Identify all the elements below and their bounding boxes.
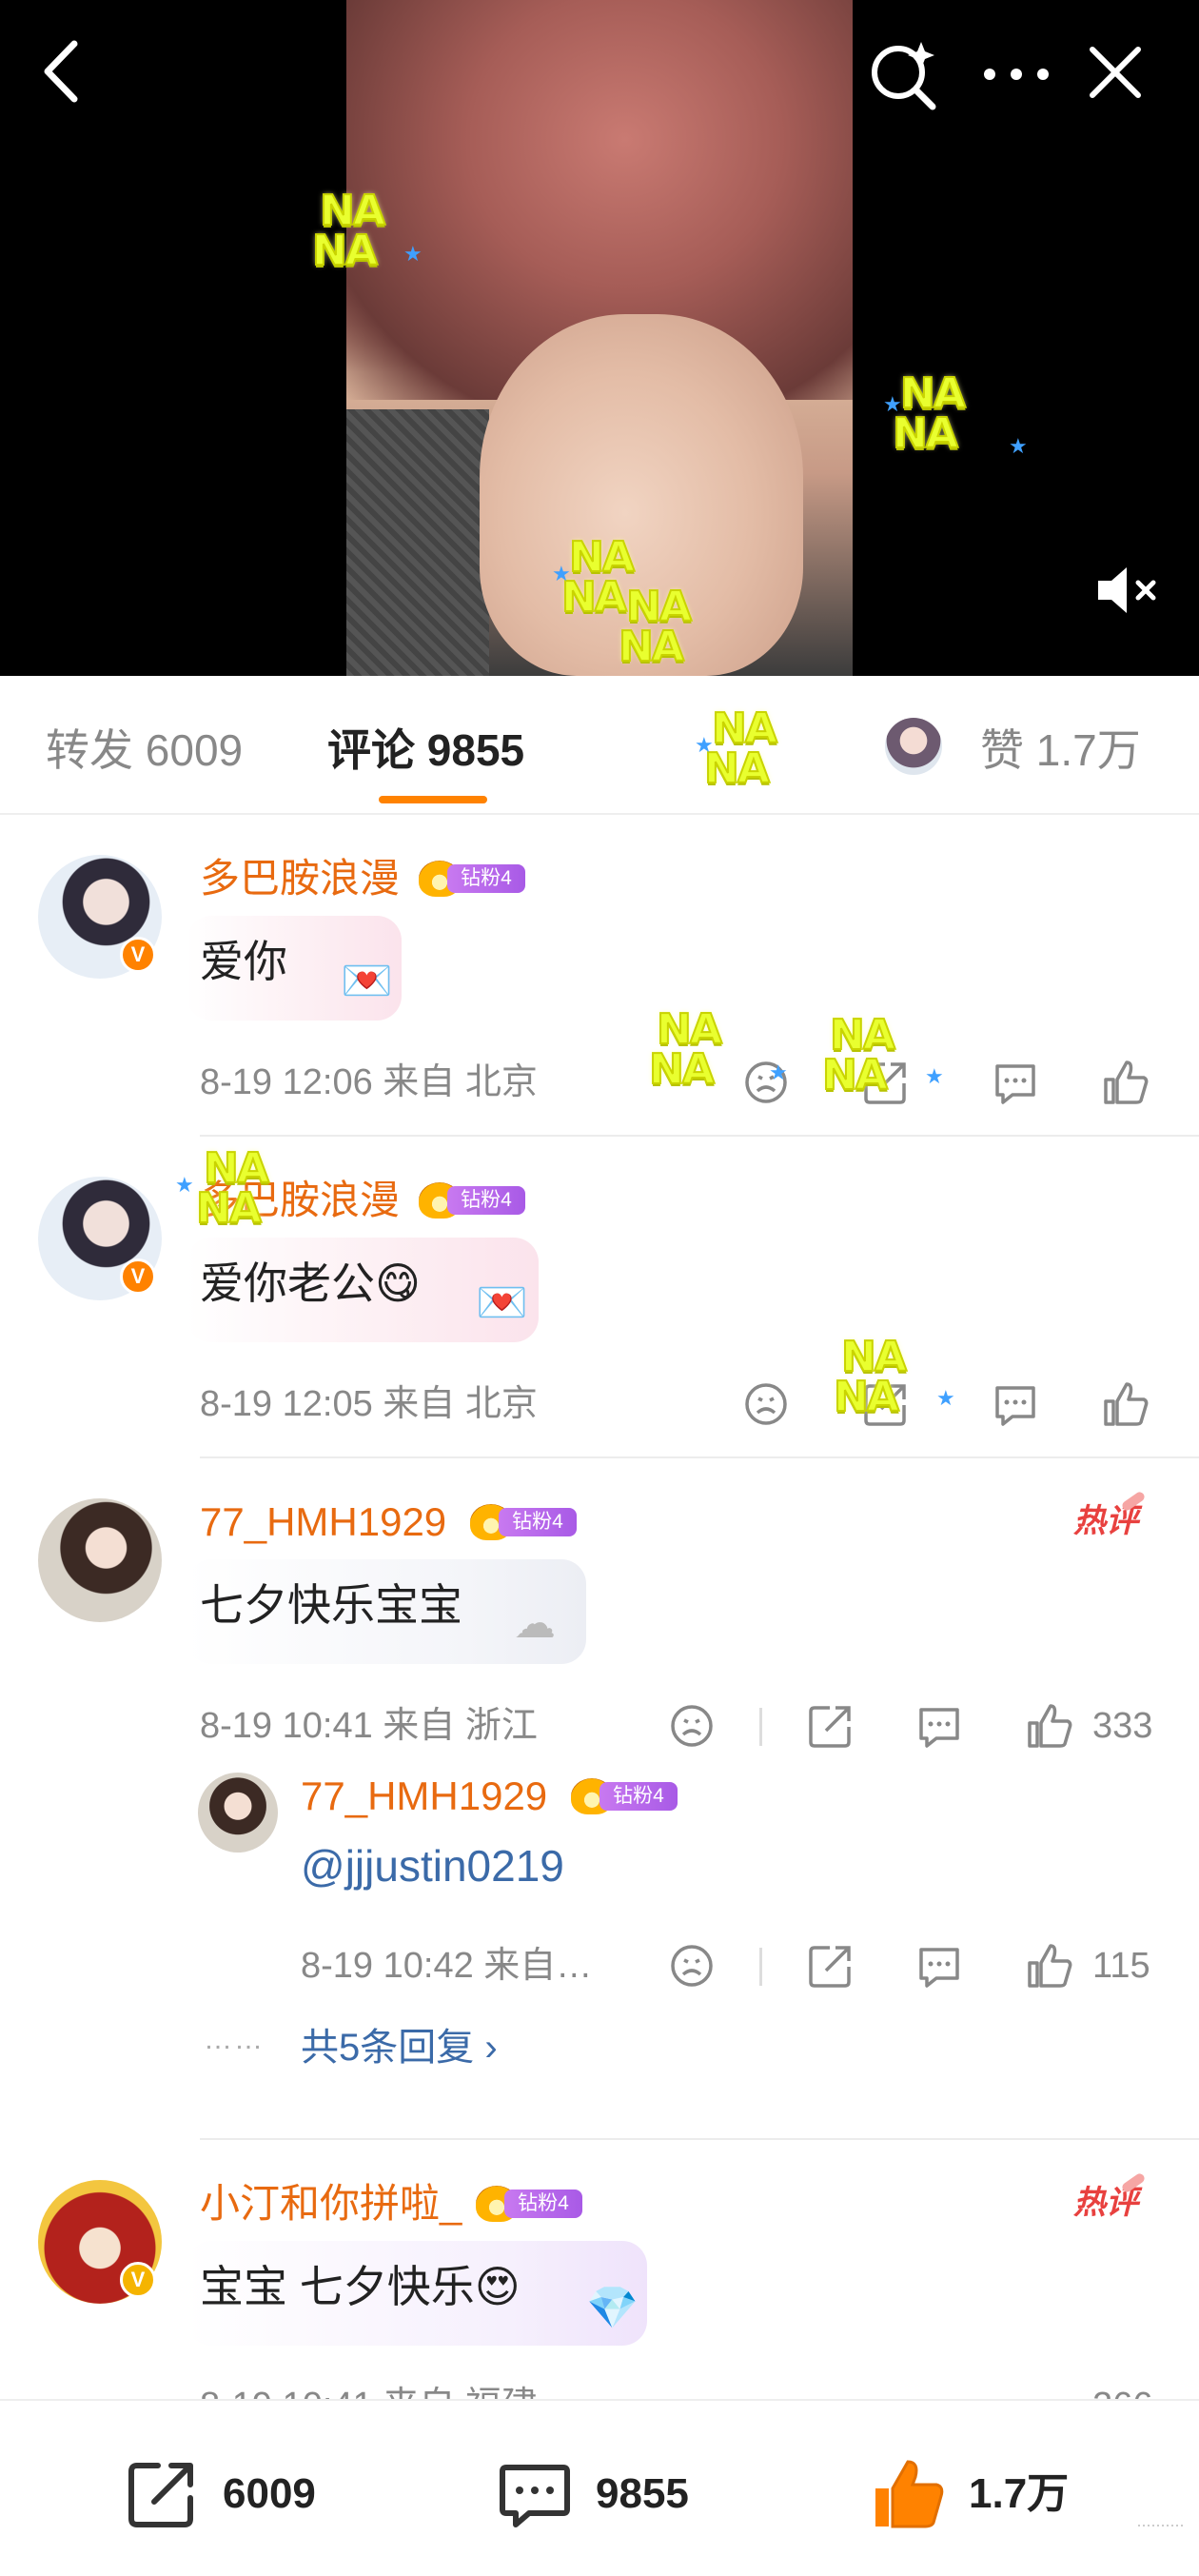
reply-icon[interactable] bbox=[915, 1942, 963, 1990]
fan-badge-label: 钻粉4 bbox=[504, 2190, 582, 2218]
diamond-icon: 💎 bbox=[586, 2285, 639, 2331]
dislike-icon[interactable] bbox=[668, 1942, 716, 1990]
fan-badge: 钻粉4 bbox=[419, 1182, 525, 1219]
active-tab-indicator bbox=[379, 796, 487, 803]
comment-icon bbox=[500, 2465, 570, 2527]
share-icon[interactable] bbox=[807, 1702, 855, 1750]
comment-item: V 多巴胺浪漫 钻粉4 💌 爱你 8-19 12:06 来自 北京 NA NA ★ … bbox=[0, 815, 1199, 1137]
cloud-icon: ☁ bbox=[514, 1600, 556, 1647]
comment-item: V 小汀和你拼啦_ 钻粉4 热评 💎 宝宝 七夕快乐😍 8-19 10:41 来… bbox=[0, 2140, 1199, 2399]
hot-comment-tag: 热评 bbox=[1073, 2185, 1138, 2221]
fan-badge: 钻粉4 bbox=[571, 1778, 678, 1814]
comment-count: 9855 bbox=[596, 2470, 689, 2517]
like-count: 266 bbox=[1092, 2382, 1152, 2399]
comment-meta: 8-19 10:41 来自 浙江 bbox=[200, 1706, 538, 1746]
action-separator bbox=[759, 1948, 762, 1986]
fan-badge-label: 钻粉4 bbox=[600, 1782, 678, 1811]
heart-envelope-icon: 💌 bbox=[341, 958, 393, 1004]
like-thumb-filled-icon bbox=[875, 2460, 944, 2528]
comment-text: 爱你老公😋 bbox=[200, 1258, 421, 1308]
like-thumb-icon[interactable] bbox=[1026, 1942, 1073, 1990]
na-na-sticker: NA NA ★ bbox=[648, 1005, 788, 1094]
liker-avatar bbox=[885, 718, 942, 775]
replies-leader: …… bbox=[204, 2024, 265, 2055]
fan-badge: 钻粉4 bbox=[470, 1504, 577, 1540]
reply-avatar[interactable] bbox=[198, 1773, 278, 1853]
fan-badge: 钻粉4 bbox=[419, 861, 525, 897]
na-na-sticker: NA NA ★ bbox=[175, 1144, 270, 1233]
comment-username[interactable]: 小汀和你拼啦_ bbox=[200, 2180, 462, 2228]
like-count: 333 bbox=[1092, 1706, 1153, 1746]
verified-badge-icon: V bbox=[120, 1258, 156, 1295]
comment-item: V 多巴胺浪漫 钻粉4 💌 爱你老公😋 8-19 12:05 来自 北京 NA N… bbox=[0, 1137, 1199, 1458]
view-more-replies-link[interactable]: 共5条回复 › bbox=[301, 2024, 498, 2071]
more-options-icon[interactable] bbox=[978, 38, 1054, 110]
mute-icon[interactable] bbox=[1094, 562, 1163, 619]
na-na-sticker: NA NA bbox=[618, 583, 693, 671]
comment-item: 77_HMH1929 钻粉4 热评 ☁ 七夕快乐宝宝 8-19 10:41 来自… bbox=[0, 1458, 1199, 2140]
dislike-icon[interactable] bbox=[742, 1380, 790, 1428]
comment-text: 七夕快乐宝宝 bbox=[200, 1580, 462, 1630]
like-thumb-icon[interactable] bbox=[1102, 1059, 1150, 1106]
comment-tab-bar: 转发 6009 评论 9855 NA NA ★ 赞 1.7万 bbox=[0, 676, 1199, 815]
reply-username[interactable]: 77_HMH1929 bbox=[301, 1773, 547, 1820]
fan-badge-label: 钻粉4 bbox=[447, 1186, 525, 1215]
comment-text: 爱你 bbox=[200, 937, 287, 986]
repost-count: 6009 bbox=[223, 2470, 316, 2517]
fan-badge: 钻粉4 bbox=[476, 2186, 582, 2222]
comment-username[interactable]: 77_HMH1929 bbox=[200, 1498, 446, 1546]
like-thumb-icon[interactable] bbox=[1026, 1702, 1073, 1750]
resize-grip-icon bbox=[1138, 2525, 1184, 2526]
video-player[interactable]: NA NA ★ NA NA ★ ★ NA NA ★ NA NA bbox=[0, 0, 1199, 676]
heart-envelope-icon: 💌 bbox=[476, 1279, 528, 1326]
na-na-sticker: NA NA ★ ★ bbox=[883, 369, 1028, 459]
like-count: 1.7万 bbox=[969, 2470, 1070, 2517]
comment-username[interactable]: 多巴胺浪漫 bbox=[200, 855, 400, 902]
ai-search-icon[interactable] bbox=[868, 38, 940, 110]
na-na-sticker: NA NA ★ bbox=[695, 704, 778, 793]
dislike-icon[interactable] bbox=[668, 1702, 716, 1750]
share-icon[interactable] bbox=[807, 1942, 855, 1990]
reply-icon[interactable] bbox=[992, 1059, 1039, 1106]
bottom-action-bar: 6009 9855 1.7万 bbox=[0, 2399, 1199, 2576]
comment-meta: 8-19 12:06 来自 北京 bbox=[200, 1062, 538, 1102]
like-count: 115 bbox=[1092, 1946, 1150, 1986]
comment-text: 宝宝 七夕快乐😍 bbox=[200, 2262, 521, 2311]
fan-badge-label: 钻粉4 bbox=[447, 864, 525, 893]
na-na-sticker: NA NA ★ bbox=[311, 187, 423, 275]
comment-meta: 8-19 10:41 来自 福建 bbox=[200, 2384, 538, 2399]
close-icon[interactable] bbox=[1085, 42, 1146, 103]
action-separator bbox=[759, 1708, 762, 1746]
verified-badge-icon: V bbox=[120, 937, 156, 973]
repost-icon bbox=[128, 2463, 193, 2527]
reply-meta: 8-19 10:42 来自… bbox=[301, 1946, 593, 1986]
tab-repost[interactable]: 转发 6009 bbox=[46, 723, 243, 777]
like-thumb-icon[interactable] bbox=[1102, 1380, 1150, 1428]
hot-comment-tag: 热评 bbox=[1073, 1503, 1138, 1539]
comment-list[interactable]: V 多巴胺浪漫 钻粉4 💌 爱你 8-19 12:06 来自 北京 NA NA ★ … bbox=[0, 815, 1199, 2399]
avatar[interactable] bbox=[38, 1498, 162, 1622]
na-na-sticker: NA NA ★ bbox=[833, 1333, 955, 1421]
fan-badge-label: 钻粉4 bbox=[499, 1508, 577, 1536]
tab-likes[interactable]: 赞 1.7万 bbox=[980, 723, 1141, 777]
na-na-sticker: NA NA ★ bbox=[821, 1011, 944, 1100]
reply-icon[interactable] bbox=[992, 1380, 1039, 1428]
reply-icon[interactable] bbox=[915, 1702, 963, 1750]
verified-badge-icon: V bbox=[120, 2262, 156, 2298]
reply-mention-link[interactable]: @jjjustin0219 bbox=[301, 1839, 564, 1892]
comment-meta: 8-19 12:05 来自 北京 bbox=[200, 1384, 538, 1424]
video-background-ground bbox=[346, 409, 489, 676]
back-arrow-icon[interactable] bbox=[38, 38, 86, 105]
